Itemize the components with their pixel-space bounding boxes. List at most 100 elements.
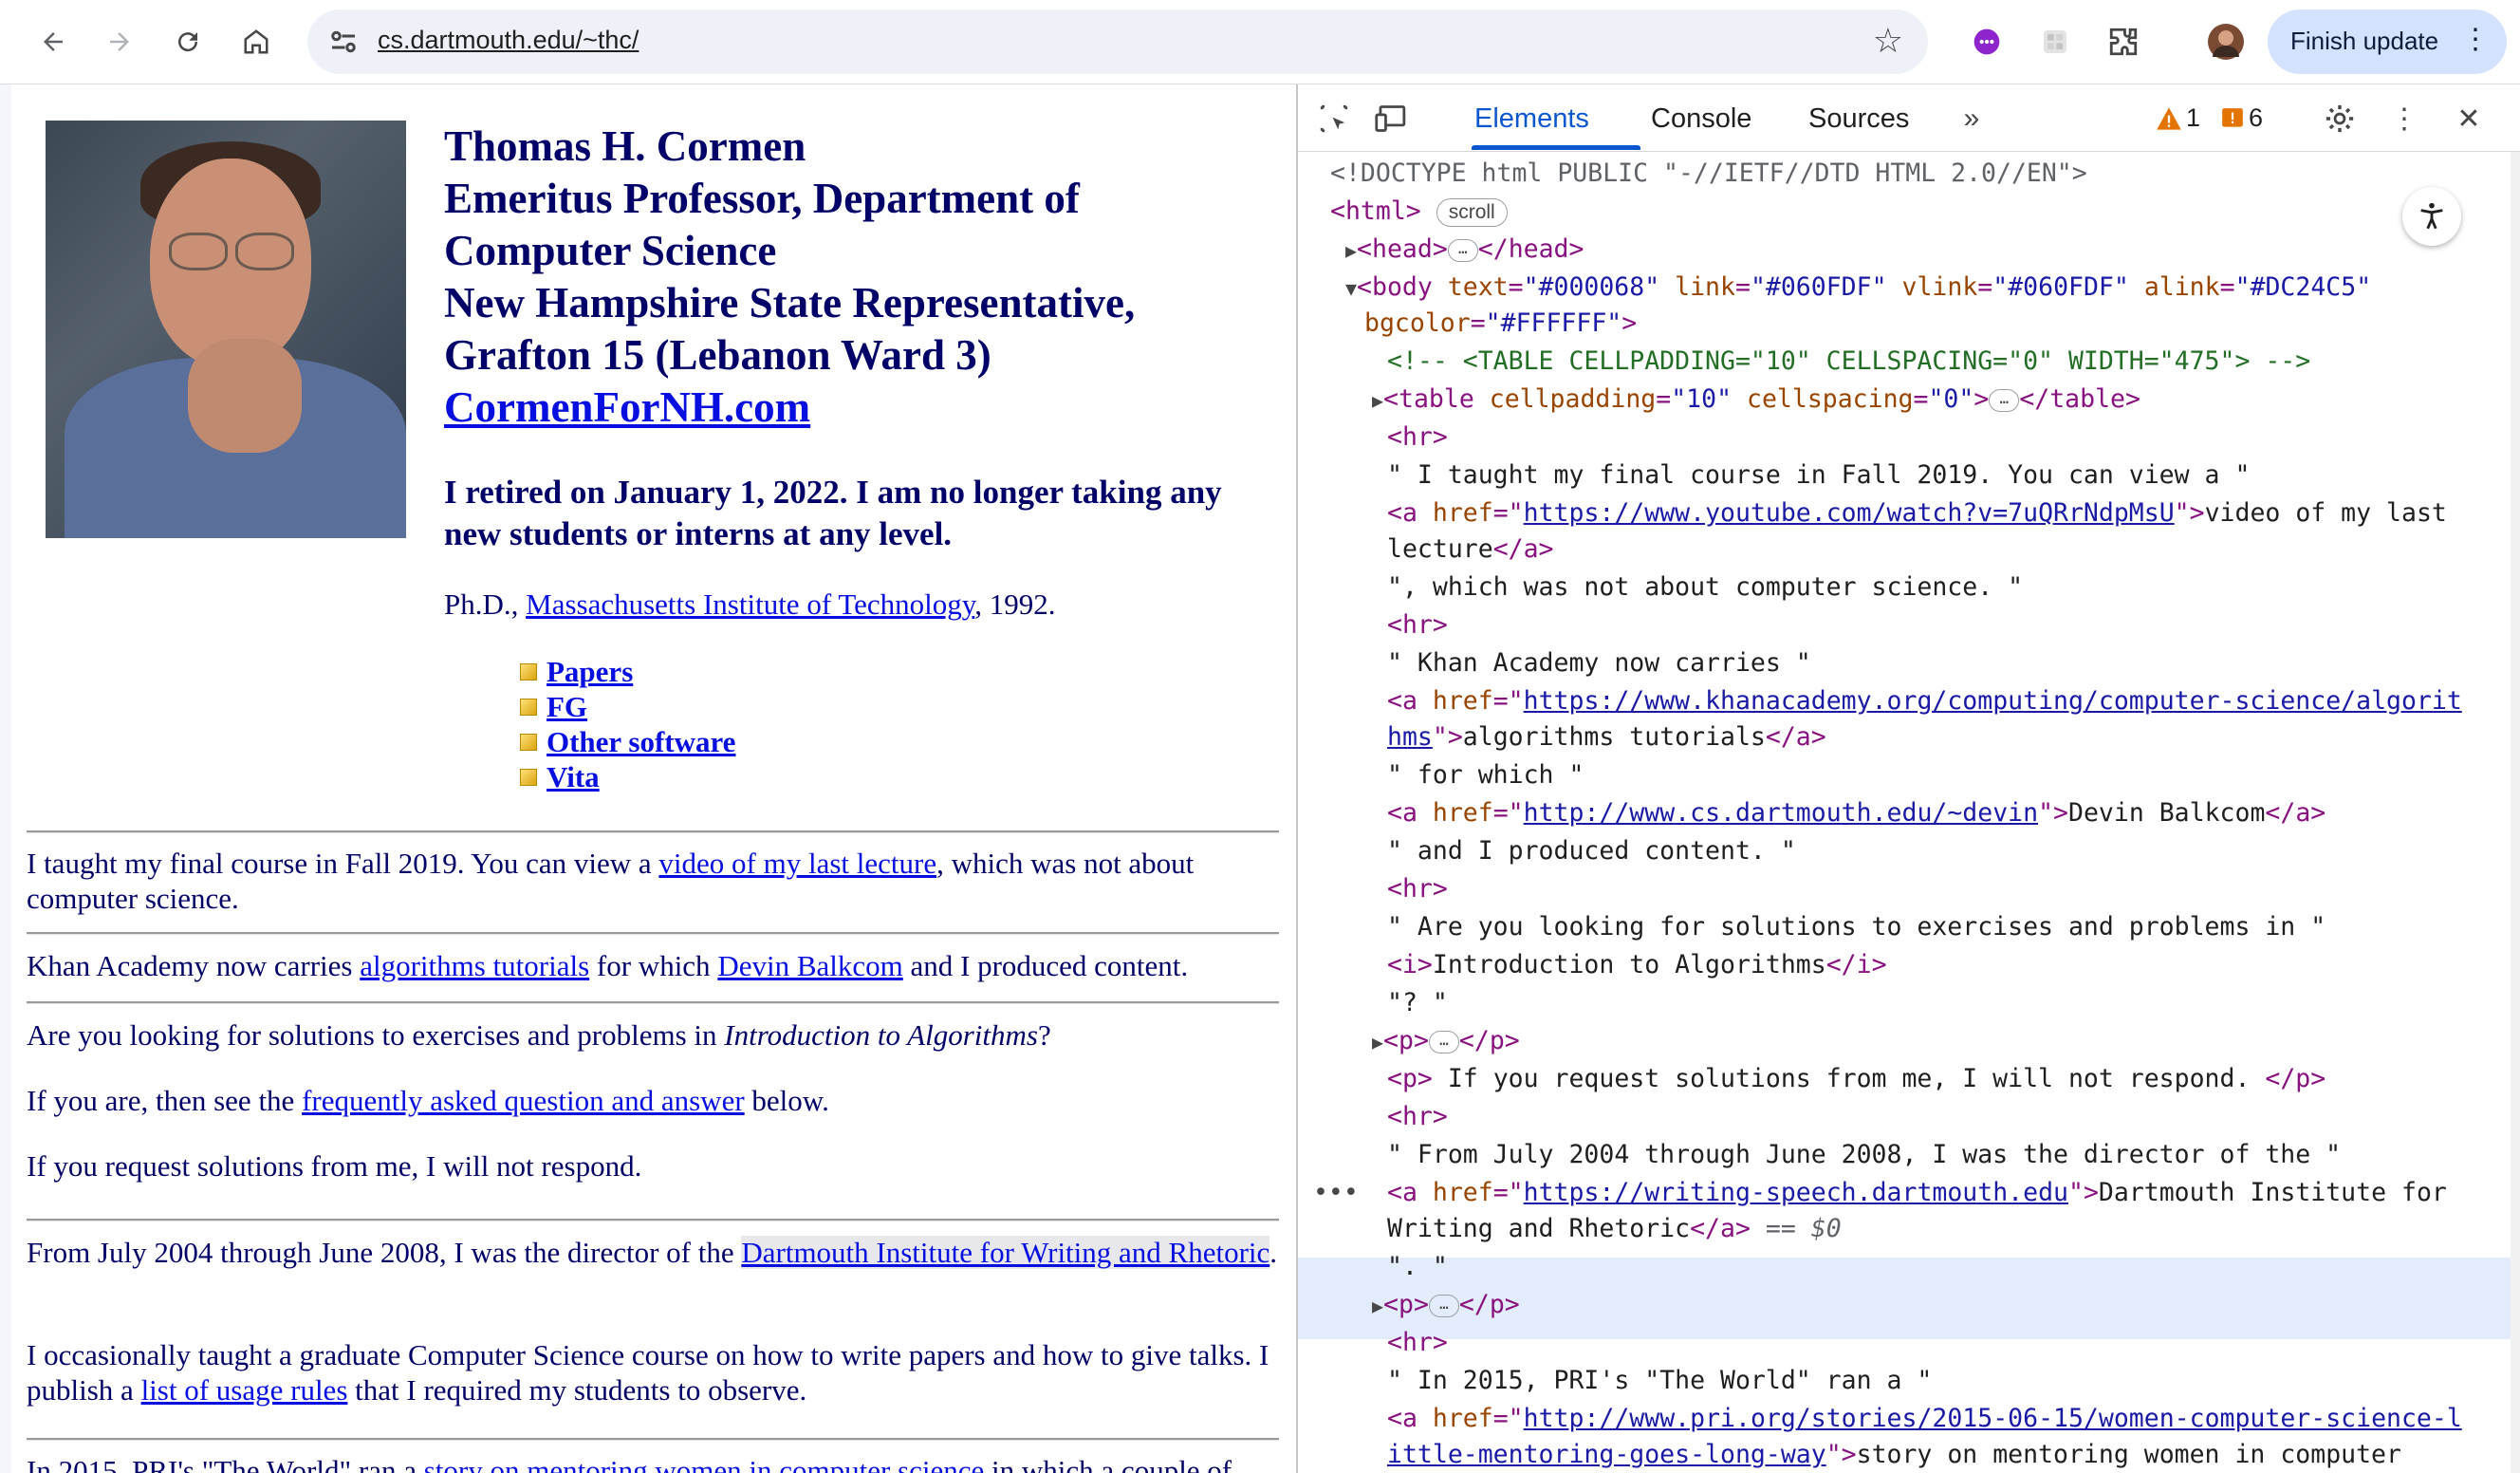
more-tabs-chevron-icon[interactable]: » xyxy=(1953,100,1991,138)
dom-line[interactable]: <a href="http://www.cs.dartmouth.edu/~de… xyxy=(1387,794,2325,832)
dom-line[interactable]: " and I produced content. " xyxy=(1387,832,1796,870)
back-button[interactable] xyxy=(30,19,76,65)
site-info-icon[interactable] xyxy=(326,25,361,59)
dom-line[interactable]: "? " xyxy=(1387,984,1448,1022)
finish-update-button[interactable]: Finish update ⋮ xyxy=(2268,9,2507,74)
devtools-scrollbar[interactable] xyxy=(2511,152,2520,1473)
dom-line[interactable]: <hr> xyxy=(1387,419,1448,457)
dom-line[interactable]: " Khan Academy now carries " xyxy=(1387,644,1811,682)
dom-line[interactable]: " for which " xyxy=(1387,756,1584,794)
url-text[interactable]: cs.dartmouth.edu/~thc/ xyxy=(378,26,639,55)
p2-text: Khan Academy now carries xyxy=(27,949,361,982)
settings-gear-icon[interactable] xyxy=(2321,100,2359,138)
close-devtools-icon[interactable]: ✕ xyxy=(2450,100,2488,138)
dom-line[interactable]: <!-- <TABLE CELLPADDING="10" CELLSPACING… xyxy=(1387,343,2310,381)
address-bar[interactable]: cs.dartmouth.edu/~thc/ ☆ xyxy=(307,9,1928,74)
dom-line[interactable]: <p> If you request solutions from me, I … xyxy=(1387,1060,2325,1098)
mit-link[interactable]: Massachusetts Institute of Technology xyxy=(526,587,974,621)
final-course-paragraph: I taught my final course in Fall 2019. Y… xyxy=(27,846,1279,916)
ellipsis-icon[interactable]: … xyxy=(1989,388,2020,412)
dom-line[interactable]: ". " xyxy=(1387,1248,1448,1286)
dom-line[interactable]: " From July 2004 through June 2008, I wa… xyxy=(1387,1136,2341,1174)
ellipsis-icon[interactable]: … xyxy=(1428,1030,1459,1053)
extension-grid-icon[interactable] xyxy=(2034,21,2076,63)
dom-line-selected[interactable]: <a href="https://writing-speech.dartmout… xyxy=(1387,1174,2447,1212)
dom-line[interactable]: ▼<body text="#000068" link="#060FDF" vli… xyxy=(1345,269,2371,308)
tab-elements[interactable]: Elements xyxy=(1474,103,1589,135)
algorithms-tutorials-link[interactable]: algorithms tutorials xyxy=(360,949,589,982)
ellipsis-icon[interactable]: … xyxy=(1428,1294,1459,1317)
divider xyxy=(27,1001,1279,1004)
p4-text: If you are, then see the xyxy=(27,1084,303,1117)
dom-line[interactable]: " I taught my final course in Fall 2019.… xyxy=(1387,457,2250,494)
pri-story-link[interactable]: story on mentoring women in computer sci… xyxy=(424,1454,985,1473)
extension-purple-icon[interactable] xyxy=(1966,21,2008,63)
nav-link-list: Papers FG Other software Vita xyxy=(520,654,735,794)
scroll-badge[interactable]: scroll xyxy=(1436,197,1508,227)
dom-line[interactable]: <a href="http://www.pri.org/stories/2015… xyxy=(1387,1400,2462,1438)
row-more-icon[interactable]: ••• xyxy=(1298,1174,1359,1212)
retired-notice: I retired on January 1, 2022. I am no lo… xyxy=(444,474,1222,552)
dom-line[interactable]: ittle-mentoring-goes-long-way">story on … xyxy=(1387,1436,2401,1473)
page-left-gutter xyxy=(0,84,11,1473)
writing-rhetoric-link[interactable]: Dartmouth Institute for Writing and Rhet… xyxy=(741,1236,1270,1269)
tab-sources[interactable]: Sources xyxy=(1808,103,1909,135)
inspect-element-icon[interactable] xyxy=(1315,100,1353,138)
devtools-more-icon[interactable]: ⋮ xyxy=(2385,100,2423,138)
dom-line[interactable]: <hr> xyxy=(1387,1324,1448,1362)
vita-link[interactable]: Vita xyxy=(547,759,600,794)
home-button[interactable] xyxy=(233,19,279,65)
other-software-link[interactable]: Other software xyxy=(547,724,735,759)
divider xyxy=(27,932,1279,935)
dom-line[interactable]: ▶<table cellpadding="10" cellspacing="0"… xyxy=(1372,381,2140,420)
dom-line[interactable]: ▶<head>… </head> xyxy=(1345,231,1584,270)
dom-line[interactable]: <i>Introduction to Algorithms</i> xyxy=(1387,946,1887,984)
issues-badge[interactable]: 6 xyxy=(2220,103,2263,133)
collapse-triangle-icon[interactable]: ▼ xyxy=(1345,277,1357,300)
dom-line[interactable]: bgcolor="#FFFFFF"> xyxy=(1364,305,1637,343)
last-lecture-link[interactable]: video of my last lecture xyxy=(658,847,936,880)
dom-line[interactable]: <a href="https://www.khanacademy.org/com… xyxy=(1387,682,2462,720)
tab-console[interactable]: Console xyxy=(1651,103,1751,135)
dom-line[interactable]: " In 2015, PRI's "The World" ran a " xyxy=(1387,1362,1932,1400)
dom-line[interactable]: lecture</a> xyxy=(1387,531,1554,569)
accessibility-icon[interactable] xyxy=(2402,187,2461,246)
dom-line[interactable]: <html> scroll xyxy=(1330,193,1508,231)
faq-link[interactable]: frequently asked question and answer xyxy=(302,1084,745,1117)
reload-button[interactable] xyxy=(165,19,211,65)
usage-rules-link[interactable]: list of usage rules xyxy=(141,1373,348,1407)
dom-line[interactable]: <hr> xyxy=(1387,1098,1448,1136)
dom-line[interactable]: <!DOCTYPE html PUBLIC "-//IETF//DTD HTML… xyxy=(1330,155,2087,193)
dom-line[interactable]: ▶<p>… </p> xyxy=(1372,1022,1520,1062)
dom-line[interactable]: <hr> xyxy=(1387,870,1448,908)
web-page: Thomas H. Cormen Emeritus Professor, Dep… xyxy=(0,84,1296,1473)
warnings-badge[interactable]: 1 xyxy=(2156,103,2200,133)
devin-balkcom-link[interactable]: Devin Balkcom xyxy=(717,949,902,982)
fg-link[interactable]: FG xyxy=(547,689,587,724)
dom-line[interactable]: <hr> xyxy=(1387,606,1448,644)
home-icon xyxy=(244,29,269,54)
profile-avatar[interactable] xyxy=(2205,21,2247,63)
forward-button[interactable] xyxy=(97,19,142,65)
ellipsis-icon[interactable]: … xyxy=(1447,238,1478,262)
expand-triangle-icon[interactable]: ▶ xyxy=(1372,1295,1383,1317)
bookmark-star-icon[interactable]: ☆ xyxy=(1873,21,1903,61)
cormen-for-nh-link[interactable]: CormenForNH.com xyxy=(444,383,810,431)
bullet-icon xyxy=(520,768,537,786)
dom-line[interactable]: ", which was not about computer science.… xyxy=(1387,569,2023,606)
dom-line[interactable]: " Are you looking for solutions to exerc… xyxy=(1387,908,2325,946)
dom-line[interactable]: hms">algorithms tutorials</a> xyxy=(1387,718,1826,756)
extensions-puzzle-icon[interactable] xyxy=(2103,21,2144,63)
expand-triangle-icon[interactable]: ▶ xyxy=(1372,1031,1383,1053)
dom-line[interactable]: ▶<p>… </p> xyxy=(1372,1286,1520,1326)
dom-line[interactable]: <a href="https://www.youtube.com/watch?v… xyxy=(1387,494,2447,532)
list-item: Vita xyxy=(520,759,735,794)
khan-paragraph: Khan Academy now carries algorithms tuto… xyxy=(27,948,1279,983)
expand-triangle-icon[interactable]: ▶ xyxy=(1372,389,1383,412)
device-toolbar-icon[interactable] xyxy=(1372,100,1410,138)
expand-triangle-icon[interactable]: ▶ xyxy=(1345,239,1357,262)
papers-link[interactable]: Papers xyxy=(547,654,633,689)
p3-text: Are you looking for solutions to exercis… xyxy=(27,1018,725,1052)
more-vert-icon[interactable]: ⋮ xyxy=(2461,23,2490,56)
dom-line-selected[interactable]: Writing and Rhetoric</a> == $0 xyxy=(1387,1210,1842,1248)
